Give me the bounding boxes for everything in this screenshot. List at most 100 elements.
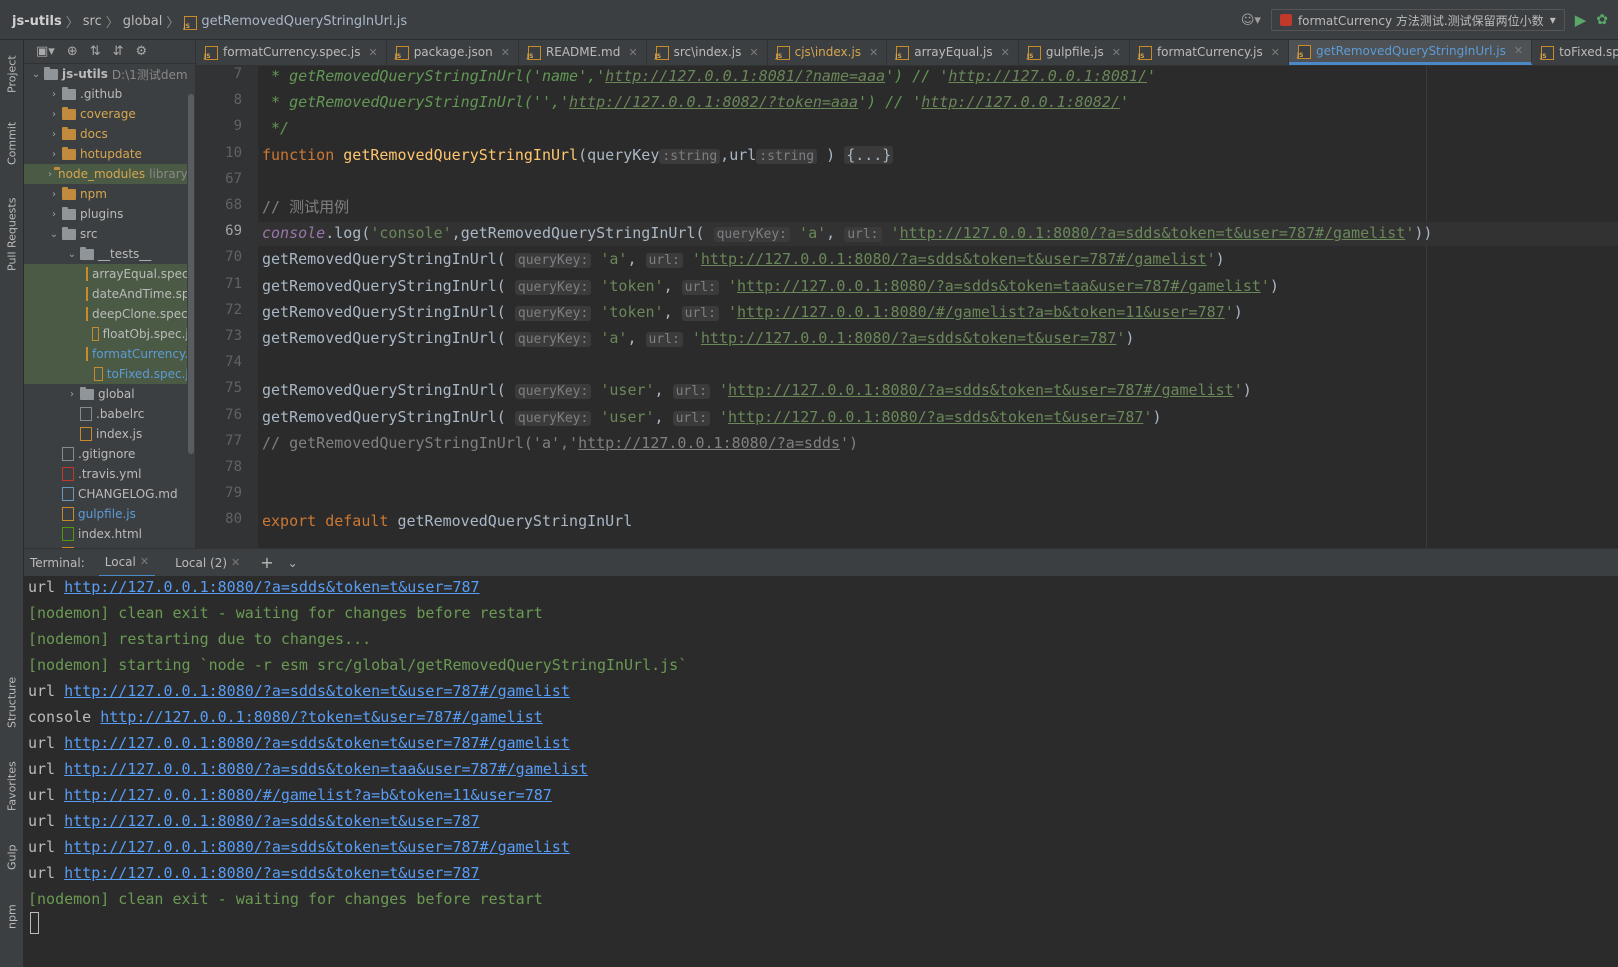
tree-item[interactable]: › docs xyxy=(24,124,195,144)
structure-tool-button[interactable]: Structure xyxy=(2,668,22,736)
tab-formatcurrency-js[interactable]: formatCurrency.js ✕ xyxy=(1130,40,1289,65)
terminal-link[interactable]: http://127.0.0.1:8080/?a=sdds&token=t&us… xyxy=(64,578,479,596)
close-icon[interactable]: ✕ xyxy=(869,46,878,59)
scrollbar-thumb[interactable] xyxy=(188,94,194,454)
terminal-tab-local[interactable]: Local ✕ xyxy=(98,549,156,577)
terminal-link[interactable]: http://127.0.0.1:8080/?a=sdds&token=t&us… xyxy=(64,734,570,752)
close-icon[interactable]: ✕ xyxy=(1112,46,1121,59)
code-token: 'a' xyxy=(591,329,628,347)
tree-item[interactable]: toFixed.spec.js xyxy=(24,364,195,384)
chevron-right-icon[interactable]: › xyxy=(48,89,60,100)
tree-item[interactable]: dateAndTime.spec.js xyxy=(24,284,195,304)
chevron-down-icon[interactable]: ⌄ xyxy=(66,249,78,260)
tab-cjs-index-js[interactable]: cjs\index.js ✕ xyxy=(768,40,888,65)
terminal-link[interactable]: http://127.0.0.1:8080/?a=sdds&token=t&us… xyxy=(64,682,570,700)
close-icon[interactable]: ✕ xyxy=(368,46,377,59)
terminal-output[interactable]: url http://127.0.0.1:8080/?a=sdds&token=… xyxy=(24,576,1618,967)
pull-requests-tool-button[interactable]: Pull Requests xyxy=(2,186,22,282)
close-icon[interactable]: ✕ xyxy=(140,555,149,568)
tab-src-index-js[interactable]: src\index.js ✕ xyxy=(647,40,768,65)
user-icon[interactable]: ☺▾ xyxy=(1241,13,1261,28)
project-tool-button[interactable]: Project xyxy=(2,46,22,102)
gulp-tool-button[interactable]: Gulp xyxy=(2,834,22,880)
tree-item[interactable]: ›node_modules library root xyxy=(24,164,195,184)
tree-item[interactable]: ⌄ src xyxy=(24,224,195,244)
npm-tool-button[interactable]: npm xyxy=(2,894,22,940)
tree-item[interactable]: › .github xyxy=(24,84,195,104)
tab-tofixed-spec-js[interactable]: toFixed.spec.js✕ xyxy=(1532,40,1618,65)
tab-package-json[interactable]: package.json ✕ xyxy=(387,40,519,65)
debug-icon[interactable]: ✿ xyxy=(1596,12,1608,28)
chevron-right-icon[interactable]: › xyxy=(48,189,60,200)
terminal-line: url http://127.0.0.1:8080/?a=sdds&token=… xyxy=(28,758,588,782)
tree-item[interactable]: gulpfile.js xyxy=(24,504,195,524)
chevron-right-icon[interactable]: › xyxy=(66,389,78,400)
run-config-select[interactable]: formatCurrency 方法测试.测试保留两位小数 ▾ xyxy=(1270,9,1565,31)
locate-icon[interactable]: ⊕ xyxy=(67,44,78,59)
chevron-down-icon[interactable]: ⌄ xyxy=(288,556,298,570)
project-view-icon[interactable]: ▣▾ xyxy=(36,44,55,59)
tree-item[interactable]: › plugins xyxy=(24,204,195,224)
favorites-tool-button[interactable]: Favorites xyxy=(2,752,22,820)
tab-gulpfile-js[interactable]: gulpfile.js ✕ xyxy=(1019,40,1130,65)
chevron-right-icon[interactable]: › xyxy=(48,129,60,140)
terminal-link[interactable]: http://127.0.0.1:8080/?a=sdds&token=t&us… xyxy=(64,864,479,882)
run-icon[interactable]: ▶ xyxy=(1575,11,1587,29)
close-icon[interactable]: ✕ xyxy=(749,46,758,59)
terminal-link[interactable]: http://127.0.0.1:8080/?a=sdds&token=taa&… xyxy=(64,760,588,778)
gear-icon[interactable]: ⚙ xyxy=(136,44,148,59)
chevron-right-icon[interactable]: › xyxy=(48,209,60,220)
tree-item[interactable]: arrayEqual.spec.js xyxy=(24,264,195,284)
add-icon[interactable]: + xyxy=(260,553,273,572)
terminal-tab-local-2[interactable]: Local (2) ✕ xyxy=(169,549,246,577)
tab-readme-md[interactable]: README.md ✕ xyxy=(519,40,647,65)
tree-item[interactable]: CHANGELOG.md xyxy=(24,484,195,504)
scrollbar[interactable] xyxy=(187,64,195,560)
tab-formatcurrency-spec-js[interactable]: formatCurrency.spec.js ✕ xyxy=(196,40,387,65)
close-icon[interactable]: ✕ xyxy=(628,46,637,59)
tree-item[interactable]: .travis.yml xyxy=(24,464,195,484)
tree-item[interactable]: formatCurrency.spec.js xyxy=(24,344,195,364)
terminal-link[interactable]: http://127.0.0.1:8080/?token=t&user=787#… xyxy=(100,708,543,726)
chevron-right-icon[interactable]: › xyxy=(48,149,60,160)
breadcrumb-src[interactable]: src xyxy=(83,14,102,29)
breadcrumb-global[interactable]: global xyxy=(123,14,163,29)
close-icon[interactable]: ✕ xyxy=(1271,46,1280,59)
tree-item[interactable]: › npm xyxy=(24,184,195,204)
chevron-down-icon[interactable]: ⌄ xyxy=(30,69,42,80)
tab-arrayequal-js[interactable]: arrayEqual.js ✕ xyxy=(887,40,1019,65)
terminal-link[interactable]: http://127.0.0.1:8080/?a=sdds&token=t&us… xyxy=(64,838,570,856)
tree-item[interactable]: › coverage xyxy=(24,104,195,124)
close-icon[interactable]: ✕ xyxy=(501,46,510,59)
tree-item[interactable]: index.html xyxy=(24,524,195,544)
code-editor[interactable]: 7 8 9 10 67 68 69 70 71 72 73 74 75 76 77 78 79 80 * getR… xyxy=(196,66,1618,560)
tree-item[interactable]: deepClone.spec.js xyxy=(24,304,195,324)
tree-item[interactable]: index.js xyxy=(24,424,195,444)
tab-getremovedquerystringinurl-js[interactable]: getRemovedQueryStringInUrl.js ✕ xyxy=(1288,40,1533,65)
close-icon[interactable]: ✕ xyxy=(1001,46,1010,59)
tree-item[interactable]: ⌄ __tests__ xyxy=(24,244,195,264)
code-link: http://127.0.0.1:8080/?a=sdds&token=t&us… xyxy=(700,250,1207,269)
folder-icon xyxy=(62,206,76,220)
chevron-right-icon[interactable]: › xyxy=(48,109,60,120)
close-icon[interactable]: ✕ xyxy=(1514,44,1523,57)
breadcrumb-project[interactable]: js-utils xyxy=(12,14,62,29)
line-number: 72 xyxy=(225,301,242,318)
tree-item[interactable]: › hotupdate xyxy=(24,144,195,164)
tree-item[interactable]: .babelrc xyxy=(24,404,195,424)
tree-item[interactable]: ⌄ js-utils D:\1测试demo xyxy=(24,64,195,84)
chevron-down-icon[interactable]: ⌄ xyxy=(48,229,60,240)
tree-item-label: .gitignore xyxy=(78,447,136,461)
close-icon[interactable]: ✕ xyxy=(231,556,240,569)
tree-item[interactable]: floatObj.spec.js xyxy=(24,324,195,344)
chevron-right-icon[interactable]: › xyxy=(48,169,52,180)
terminal-link[interactable]: http://127.0.0.1:8080/?a=sdds&token=t&us… xyxy=(64,812,479,830)
commit-tool-button[interactable]: Commit xyxy=(2,114,22,172)
expand-all-icon[interactable]: ⇅ xyxy=(90,44,101,59)
collapse-all-icon[interactable]: ⇵ xyxy=(113,44,124,59)
tree-item[interactable]: .gitignore xyxy=(24,444,195,464)
terminal-link[interactable]: http://127.0.0.1:8080/#/gamelist?a=b&tok… xyxy=(64,786,552,804)
breadcrumb-file[interactable]: getRemovedQueryStringInUrl.js xyxy=(201,14,407,29)
tree-item[interactable]: › global xyxy=(24,384,195,404)
code-line: getRemovedQueryStringInUrl( queryKey: 'u… xyxy=(262,379,1252,403)
